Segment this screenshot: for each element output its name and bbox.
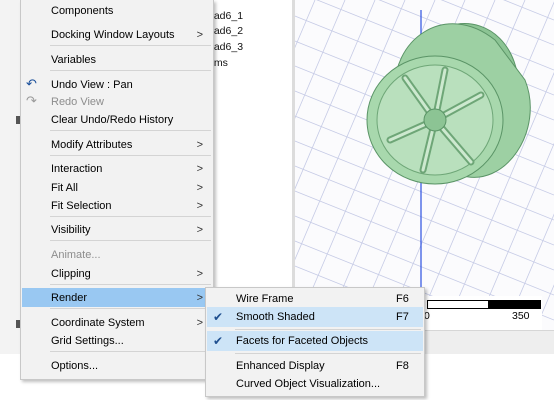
menu-separator (50, 45, 211, 46)
menu-separator (50, 240, 211, 241)
submenu-item-wire-frame[interactable]: Wire Frame F6 (207, 289, 423, 309)
menu-item-label: Fit Selection (51, 199, 112, 212)
menu-item-variables[interactable]: Variables (22, 50, 212, 69)
menu-item-label: Coordinate System (51, 316, 145, 329)
menu-separator (50, 284, 211, 285)
menu-item-label: Modify Attributes (51, 138, 133, 151)
menu-item-label: Redo View (51, 95, 104, 108)
shortcut-label: F8 (396, 360, 409, 372)
checkmark-icon: ✔ (213, 334, 224, 348)
submenu-separator (235, 353, 421, 354)
shortcut-label: F7 (396, 311, 409, 323)
menu-item-clipping[interactable]: Clipping > (22, 264, 212, 283)
menu-item-render[interactable]: Render > (22, 288, 212, 307)
menu-item-components[interactable]: Components (22, 1, 212, 20)
menu-item-label: Interaction (51, 162, 103, 175)
menu-item-label: Options... (51, 359, 99, 372)
submenu-arrow-icon: > (196, 162, 203, 175)
menu-item-animate: Animate... (22, 245, 212, 264)
menu-item-grid-settings[interactable]: Grid Settings... (22, 331, 212, 350)
menu-item-label: Animate... (51, 248, 101, 261)
undo-icon: ↶ (26, 76, 37, 91)
submenu-arrow-icon: > (196, 291, 203, 304)
menu-item-label: Undo View : Pan (51, 78, 133, 91)
menu-item-visibility[interactable]: Visibility > (22, 220, 212, 239)
menu-item-modify-attributes[interactable]: Modify Attributes > (22, 135, 212, 154)
menu-item-label: Clipping (51, 267, 91, 280)
submenu-arrow-icon: > (196, 28, 203, 41)
submenu-item-label: Wire Frame (236, 293, 294, 305)
menu-item-label: Visibility (51, 223, 91, 236)
menu-separator (50, 155, 211, 156)
menu-item-coordinate-system[interactable]: Coordinate System > (22, 313, 212, 332)
3d-viewport[interactable] (295, 0, 554, 330)
menu-item-fit-selection[interactable]: Fit Selection > (22, 196, 212, 215)
menu-item-label: Docking Window Layouts (51, 28, 175, 41)
ruler-end-label: 350 (512, 310, 530, 322)
submenu-arrow-icon: > (196, 316, 203, 329)
redo-icon: ↷ (26, 93, 37, 108)
menu-item-fit-all[interactable]: Fit All > (22, 178, 212, 197)
shortcut-label: F6 (396, 293, 409, 305)
submenu-arrow-icon: > (196, 199, 203, 212)
submenu-item-label: Facets for Faceted Objects (236, 335, 369, 347)
menu-item-label: Fit All (51, 181, 78, 194)
menu-item-label: Components (51, 4, 114, 17)
submenu-item-enhanced-display[interactable]: Enhanced Display F8 (207, 356, 423, 376)
menu-item-docking-window-layouts[interactable]: Docking Window Layouts > (22, 25, 212, 44)
menu-item-label: Variables (51, 53, 97, 66)
submenu-item-curved-object-visualization[interactable]: Curved Object Visualization... (207, 374, 423, 394)
menu-item-clear-undo-redo-history[interactable]: Clear Undo/Redo History (22, 110, 212, 129)
menu-item-label: Grid Settings... (51, 334, 124, 347)
submenu-arrow-icon: > (196, 138, 203, 151)
render-submenu: Wire Frame F6 ✔ Smooth Shaded F7 ✔ Facet… (205, 287, 425, 397)
wheel-model[interactable] (366, 7, 539, 197)
menu-separator (50, 216, 211, 217)
submenu-item-label: Curved Object Visualization... (236, 378, 381, 390)
menu-item-label: Clear Undo/Redo History (51, 113, 174, 126)
menu-separator (50, 351, 211, 352)
menu-separator (50, 130, 211, 131)
submenu-separator (235, 329, 421, 330)
submenu-arrow-icon: > (196, 223, 203, 236)
submenu-item-smooth-shaded[interactable]: ✔ Smooth Shaded F7 (207, 307, 423, 327)
submenu-item-label: Enhanced Display (236, 360, 325, 372)
submenu-item-facets-for-faceted-objects[interactable]: ✔ Facets for Faceted Objects (207, 331, 423, 351)
scale-ruler: 0 350 (424, 296, 542, 330)
left-strip (0, 0, 20, 400)
checkmark-icon: ✔ (213, 310, 224, 324)
menu-separator (50, 70, 211, 71)
submenu-item-label: Smooth Shaded (236, 311, 315, 323)
menu-item-interaction[interactable]: Interaction > (22, 159, 212, 178)
menu-item-redo-view: ↷ Redo View (22, 92, 212, 111)
submenu-arrow-icon: > (196, 267, 203, 280)
submenu-arrow-icon: > (196, 181, 203, 194)
viewport-canvas (295, 0, 554, 330)
menu-separator (50, 308, 211, 309)
menu-item-label: Render (51, 291, 88, 304)
menu-item-options[interactable]: Options... (22, 356, 212, 375)
context-menu: Components Docking Window Layouts > Vari… (20, 0, 214, 380)
ruler-bar (427, 300, 541, 309)
